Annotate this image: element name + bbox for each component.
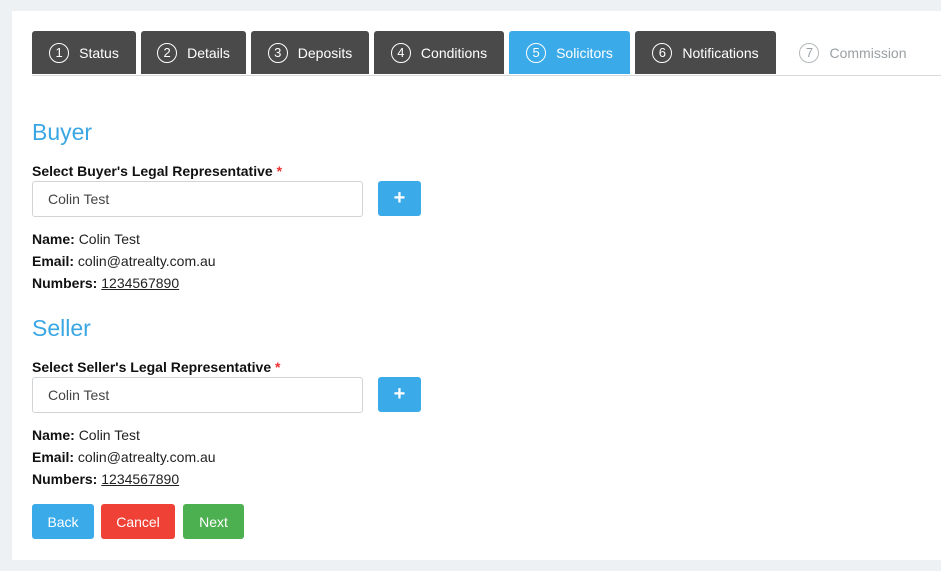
tab-label: Deposits <box>297 44 353 61</box>
buyer-field-label: Select Buyer's Legal Representative * <box>32 163 282 179</box>
email-label: Email: <box>32 449 75 465</box>
seller-name-value: Colin Test <box>78 427 140 443</box>
seller-phone-link[interactable]: 1234567890 <box>101 471 179 487</box>
form-panel: 1 Status 2 Details 3 Deposits 4 Conditio… <box>12 11 941 560</box>
seller-email-value: colin@atrealty.com.au <box>77 449 216 465</box>
buyer-heading: Buyer <box>32 119 93 145</box>
step-number: 4 <box>390 42 411 63</box>
buyer-representative-select[interactable]: Colin Test <box>32 181 363 217</box>
numbers-label: Numbers: <box>32 275 98 291</box>
tab-notifications[interactable]: 6 Notifications <box>635 31 776 74</box>
tab-details[interactable]: 2 Details <box>141 31 246 74</box>
tab-label: Conditions <box>420 44 488 61</box>
seller-email-line: Email: colin@atrealty.com.au <box>32 449 216 465</box>
tab-label: Commission <box>829 44 907 61</box>
step-number: 6 <box>652 42 673 63</box>
buyer-email-line: Email: colin@atrealty.com.au <box>32 253 216 269</box>
add-buyer-representative-button[interactable]: + <box>378 181 421 216</box>
wizard-tabs: 1 Status 2 Details 3 Deposits 4 Conditio… <box>32 31 941 76</box>
tab-status[interactable]: 1 Status <box>32 31 136 74</box>
seller-representative-select[interactable]: Colin Test <box>32 377 363 413</box>
add-seller-representative-button[interactable]: + <box>378 377 421 412</box>
seller-selected-value: Colin Test <box>48 387 110 403</box>
step-number: 2 <box>157 42 178 63</box>
next-button[interactable]: Next <box>183 504 244 539</box>
name-label: Name: <box>32 231 75 247</box>
tab-deposits[interactable]: 3 Deposits <box>251 31 369 74</box>
tab-label: Details <box>187 44 230 61</box>
tab-conditions[interactable]: 4 Conditions <box>374 31 504 74</box>
step-number: 5 <box>526 42 547 63</box>
plus-icon: + <box>393 383 406 405</box>
back-button[interactable]: Back <box>32 504 94 539</box>
seller-numbers-line: Numbers: 1234567890 <box>32 471 179 487</box>
tab-label: Notifications <box>682 44 759 61</box>
name-label: Name: <box>32 427 75 443</box>
seller-name-line: Name: Colin Test <box>32 427 140 443</box>
step-number: 1 <box>49 42 70 63</box>
step-number: 3 <box>267 42 288 63</box>
buyer-email-value: colin@atrealty.com.au <box>77 253 216 269</box>
buyer-label-text: Select Buyer's Legal Representative <box>32 163 273 179</box>
required-marker: * <box>276 163 283 179</box>
tab-label: Status <box>79 44 119 61</box>
tab-solicitors[interactable]: 5 Solicitors <box>509 31 630 74</box>
numbers-label: Numbers: <box>32 471 98 487</box>
seller-label-text: Select Seller's Legal Representative <box>32 359 272 375</box>
buyer-name-value: Colin Test <box>78 231 140 247</box>
buyer-phone-link[interactable]: 1234567890 <box>101 275 179 291</box>
seller-field-label: Select Seller's Legal Representative * <box>32 359 280 375</box>
tab-commission: 7 Commission <box>789 31 917 74</box>
required-marker: * <box>275 359 281 375</box>
buyer-name-line: Name: Colin Test <box>32 231 140 247</box>
buyer-selected-value: Colin Test <box>48 191 110 207</box>
email-label: Email: <box>32 253 75 269</box>
buyer-numbers-line: Numbers: 1234567890 <box>32 275 179 291</box>
cancel-button[interactable]: Cancel <box>101 504 175 539</box>
seller-heading: Seller <box>32 315 91 341</box>
step-number: 7 <box>799 42 820 63</box>
tab-label: Solicitors <box>556 44 613 61</box>
plus-icon: + <box>393 187 406 209</box>
